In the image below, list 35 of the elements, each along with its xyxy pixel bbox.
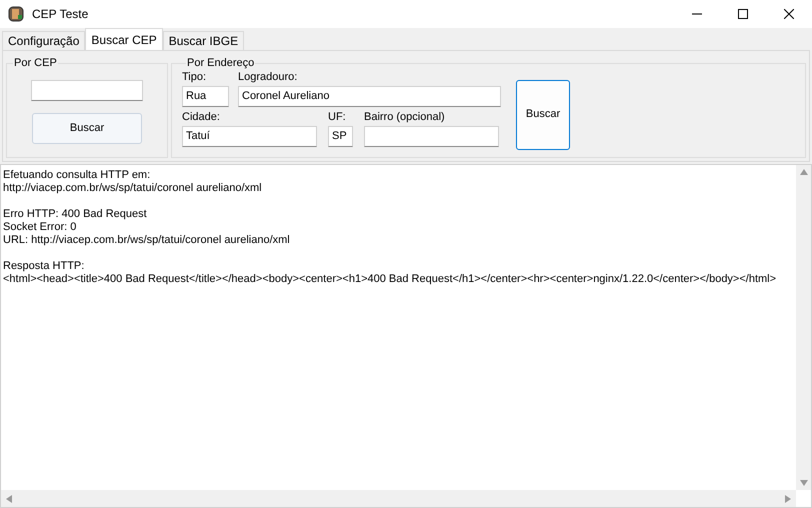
search-button[interactable]: Buscar <box>32 112 142 144</box>
field-label: Bairro (opcional) <box>364 110 446 124</box>
vertical-scrollbar[interactable] <box>796 165 811 490</box>
input-field[interactable]: SP <box>328 126 353 146</box>
output-line: Erro HTTP: 400 Bad Request <box>3 208 148 221</box>
window-title: CEP Teste <box>32 6 88 23</box>
scroll-up-icon <box>800 169 808 175</box>
tab[interactable]: Configuração <box>2 31 86 50</box>
output-line: <html><head><title>400 Bad Request</title></head><body><center><h1>400 Bad Request</h1></center><hr><center>nginx/1.22.0</center></body></html> <box>3 273 778 286</box>
close-icon <box>784 9 794 19</box>
output-line: Socket Error: 0 <box>3 221 78 234</box>
output-line: Efetuando consulta HTTP em: <box>3 169 152 182</box>
output-line: URL: http://viacep.com.br/ws/sp/tatui/coronel aureliano/xml <box>3 234 291 247</box>
input-field[interactable]: Coronel Aureliano <box>238 86 501 106</box>
field-label: Cidade: <box>182 110 221 124</box>
tab[interactable]: Buscar IBGE <box>162 31 244 50</box>
tab[interactable]: Buscar CEP <box>85 28 163 50</box>
field-label: UF: <box>328 110 347 124</box>
scroll-right-icon <box>785 494 791 502</box>
output-line: Resposta HTTP: <box>3 260 86 273</box>
input-field[interactable]: Tatuí <box>182 126 317 146</box>
input-field[interactable] <box>31 80 143 100</box>
input-field[interactable] <box>364 126 499 146</box>
app-icon <box>8 6 24 22</box>
output-line: http://viacep.com.br/ws/sp/tatui/coronel aureliano/xml <box>3 182 263 195</box>
scroll-down-icon <box>800 480 808 486</box>
group-title: Por CEP <box>13 56 58 71</box>
maximize-icon <box>738 9 748 19</box>
input-field[interactable]: Rua <box>182 86 229 106</box>
scroll-left-icon <box>6 494 12 502</box>
horizontal-scrollbar[interactable] <box>1 490 796 507</box>
search-button[interactable]: Buscar <box>516 80 570 150</box>
field-label: Tipo: <box>182 70 208 84</box>
group-title: Por Endereço <box>186 56 256 71</box>
field-label: Logradouro: <box>238 70 298 84</box>
